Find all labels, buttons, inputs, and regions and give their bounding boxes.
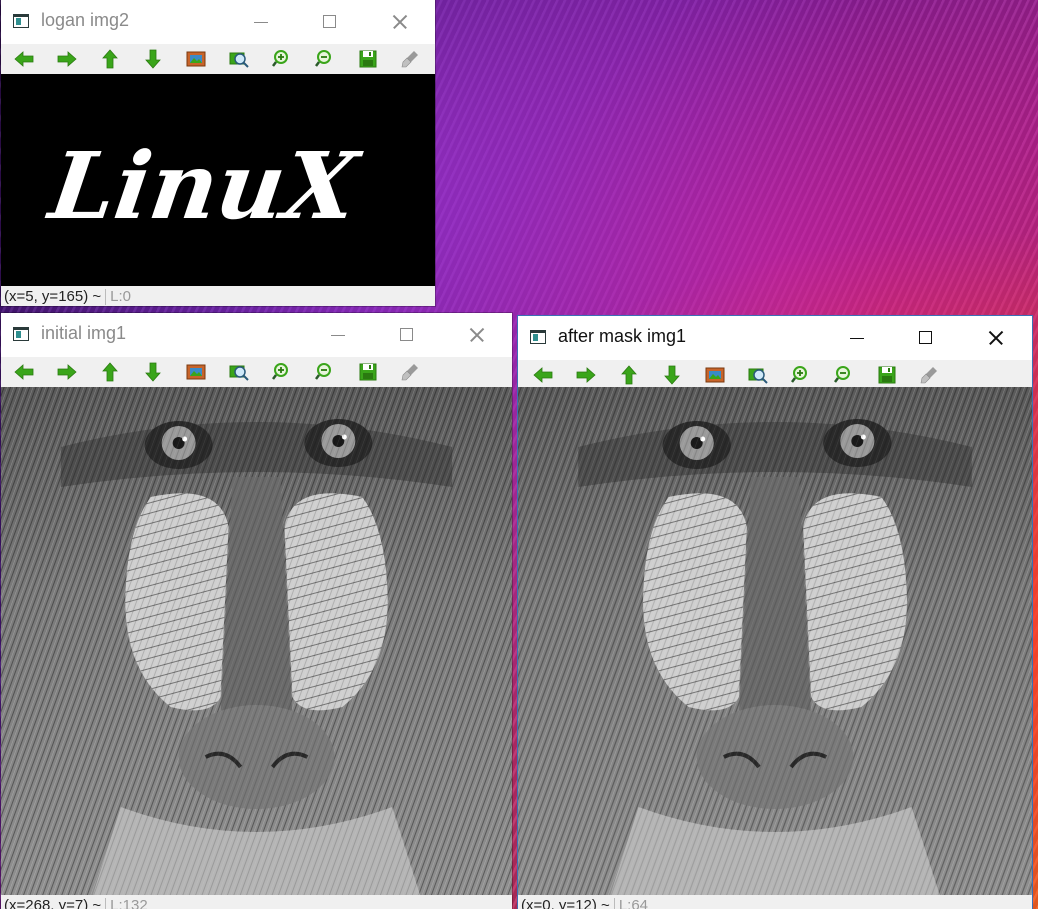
maximize-button[interactable]	[912, 324, 940, 352]
zoom-fit-icon[interactable]	[746, 364, 770, 386]
zoom-in-icon[interactable]	[270, 361, 294, 383]
zoom-in-icon[interactable]	[270, 48, 294, 70]
image-canvas[interactable]	[518, 387, 1032, 895]
maximize-button[interactable]	[316, 8, 344, 36]
app-icon	[530, 330, 546, 344]
titlebar[interactable]: after mask img1	[518, 316, 1032, 360]
picture-icon[interactable]	[184, 48, 208, 70]
status-bar: (x=0, y=12) ~ L:64	[518, 895, 1032, 909]
pixel-value: L:64	[618, 897, 649, 909]
save-icon[interactable]	[356, 361, 380, 383]
baboon-grayscale-image	[1, 387, 512, 895]
linux-logo-text: LinuX	[41, 131, 367, 239]
zoom-fit-icon[interactable]	[227, 361, 251, 383]
window-title: after mask img1	[558, 326, 687, 346]
cursor-coordinates: (x=0, y=12) ~	[521, 897, 610, 909]
arrow-up-icon[interactable]	[98, 361, 122, 383]
close-button[interactable]	[462, 321, 490, 349]
pixel-value: L:0	[110, 288, 132, 305]
close-button[interactable]	[385, 8, 413, 36]
arrow-left-icon[interactable]	[12, 361, 36, 383]
picture-icon[interactable]	[184, 361, 208, 383]
window-initial-img1[interactable]: initial img1 (x=268, y=7) ~ L:132	[1, 313, 512, 909]
toolbar	[1, 357, 512, 387]
close-button[interactable]	[981, 324, 1009, 352]
status-bar: (x=5, y=165) ~ L:0	[1, 286, 435, 306]
window-logan-img2[interactable]: logan img2 LinuX (x=5, y=165) ~ L:0	[1, 0, 435, 306]
brush-icon[interactable]	[399, 361, 423, 383]
cursor-coordinates: (x=5, y=165) ~	[4, 288, 102, 305]
save-icon[interactable]	[875, 364, 899, 386]
toolbar	[518, 360, 1032, 390]
minimize-button[interactable]	[324, 321, 352, 349]
arrow-left-icon[interactable]	[531, 364, 555, 386]
zoom-out-icon[interactable]	[313, 361, 337, 383]
status-bar: (x=268, y=7) ~ L:132	[1, 895, 512, 909]
arrow-up-icon[interactable]	[617, 364, 641, 386]
brush-icon[interactable]	[918, 364, 942, 386]
toolbar	[1, 44, 435, 74]
arrow-down-icon[interactable]	[660, 364, 684, 386]
zoom-out-icon[interactable]	[313, 48, 337, 70]
arrow-right-icon[interactable]	[574, 364, 598, 386]
arrow-left-icon[interactable]	[12, 48, 36, 70]
maximize-button[interactable]	[393, 321, 421, 349]
zoom-in-icon[interactable]	[789, 364, 813, 386]
arrow-right-icon[interactable]	[55, 361, 79, 383]
app-icon	[13, 14, 29, 28]
minimize-button[interactable]	[247, 8, 275, 36]
cursor-coordinates: (x=268, y=7) ~	[4, 897, 102, 909]
app-icon	[13, 327, 29, 341]
arrow-right-icon[interactable]	[55, 48, 79, 70]
image-canvas[interactable]	[1, 387, 512, 895]
brush-icon[interactable]	[399, 48, 423, 70]
picture-icon[interactable]	[703, 364, 727, 386]
zoom-fit-icon[interactable]	[227, 48, 251, 70]
window-title: logan img2	[41, 10, 130, 30]
arrow-down-icon[interactable]	[141, 48, 165, 70]
zoom-out-icon[interactable]	[832, 364, 856, 386]
arrow-up-icon[interactable]	[98, 48, 122, 70]
arrow-down-icon[interactable]	[141, 361, 165, 383]
pixel-value: L:132	[110, 897, 148, 909]
minimize-button[interactable]	[843, 324, 871, 352]
save-icon[interactable]	[356, 48, 380, 70]
baboon-masked-image	[518, 387, 1032, 895]
titlebar[interactable]: initial img1	[1, 313, 512, 357]
image-canvas[interactable]: LinuX	[1, 74, 435, 286]
window-after-mask-img1[interactable]: after mask img1 (x=0, y=12) ~ L:64	[518, 316, 1032, 909]
window-title: initial img1	[41, 323, 127, 343]
titlebar[interactable]: logan img2	[1, 0, 435, 44]
